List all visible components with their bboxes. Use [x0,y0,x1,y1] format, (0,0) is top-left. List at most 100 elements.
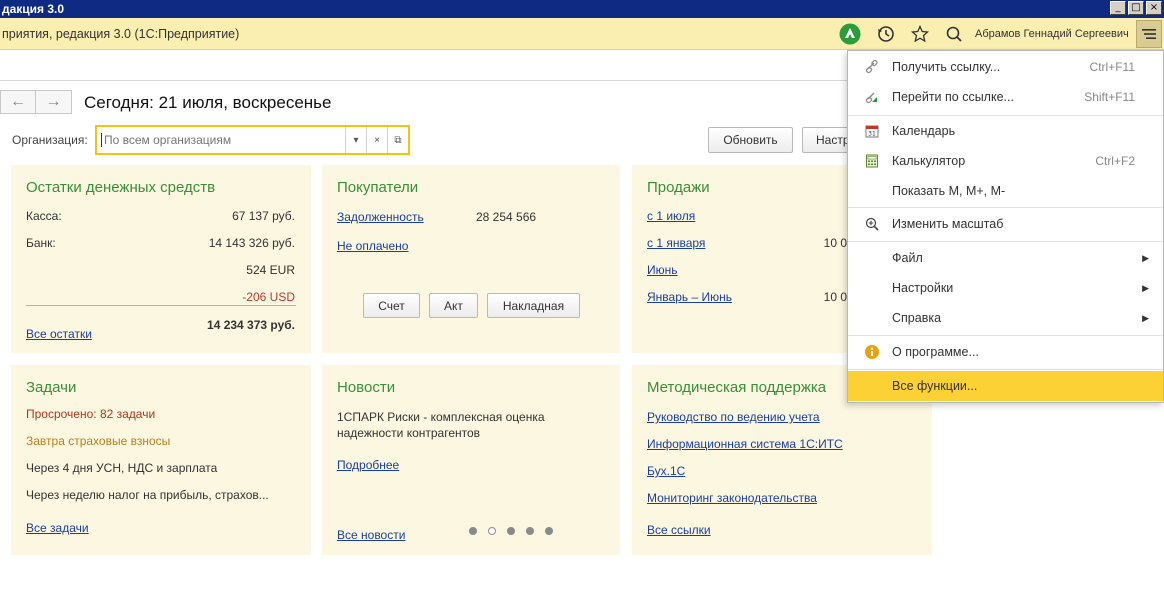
app-header: приятия, редакция 3.0 (1С:Предприятие) А… [0,18,1164,50]
menu-item-settings[interactable]: Настройки ▶ [848,273,1163,303]
menu-item-file[interactable]: Файл ▶ [848,243,1163,273]
debt-value: 28 254 566 [476,210,537,224]
menu-item-label: Получить ссылку... [892,60,1001,74]
close-button[interactable]: × [1146,1,1162,15]
refresh-button[interactable]: Обновить [708,127,793,153]
sales-january-link[interactable]: с 1 января [647,236,705,250]
page-title: Сегодня: 21 июля, воскресенье [84,93,332,112]
all-balances-link[interactable]: Все остатки [26,327,92,341]
organization-field: ▾ × ⧉ [95,125,410,155]
debt-link[interactable]: Задолженность [337,210,424,224]
invoice-button[interactable]: Счет [363,293,420,318]
sales-june-link[interactable]: Июнь [647,263,678,277]
goto-link-icon [864,89,880,105]
waybill-button[interactable]: Накладная [487,293,580,318]
sales-panel-title: Продажи [647,179,710,196]
info-icon [864,344,880,360]
support-panel-title: Методическая поддержка [647,379,827,396]
tomorrow-task[interactable]: Завтра страховые взносы [26,434,170,448]
maximize-button[interactable]: □ [1128,1,1144,15]
news-text-line2: надежности контрагентов [337,426,481,440]
support-link-its[interactable]: Информационная система 1С:ИТС [647,437,843,451]
history-icon[interactable] [875,23,897,45]
menu-item-help[interactable]: Справка ▶ [848,303,1163,333]
link-icon [864,59,880,75]
submenu-arrow-icon: ▶ [1142,282,1149,293]
menu-separator [848,241,1163,242]
act-button[interactable]: Акт [429,293,478,318]
window-controls: _ □ × [1110,1,1162,15]
menu-item-show-memory[interactable]: Показать M, M+, M- [848,176,1163,206]
menu-item-label: Изменить масштаб [892,217,1004,231]
total-divider [26,305,296,306]
cash-panel: Остатки денежных средств Касса: 67 137 р… [11,165,311,353]
news-panel-title: Новости [337,379,396,396]
carousel-dot[interactable] [545,527,553,535]
support-link-buh[interactable]: Бух.1С [647,464,685,478]
notification-icon[interactable] [839,23,861,45]
carousel-dot[interactable] [469,527,477,535]
sales-jan-jun-link[interactable]: Январь – Июнь [647,290,732,304]
app-title: приятия, редакция 3.0 (1С:Предприятие) [2,27,240,41]
calendar-icon: 31 [864,123,880,139]
all-links-link[interactable]: Все ссылки [647,523,711,537]
menu-item-goto-link[interactable]: Перейти по ссылке... Shift+F11 [848,82,1163,112]
menu-item-get-link[interactable]: Получить ссылку... Ctrl+F11 [848,52,1163,82]
search-icon[interactable] [943,23,965,45]
kassa-value: 67 137 руб. [232,209,295,223]
menu-item-zoom[interactable]: Изменить масштаб [848,209,1163,239]
menu-item-calculator[interactable]: Калькулятор Ctrl+F2 [848,146,1163,176]
carousel-dot-active[interactable] [488,527,496,535]
svg-text:31: 31 [868,131,876,138]
forward-button[interactable]: → [36,90,72,114]
zoom-icon [864,216,880,232]
menu-item-label: Справка [892,311,942,325]
main-menu-dropdown: Получить ссылку... Ctrl+F11 Перейти по с… [847,50,1164,403]
menu-item-calendar[interactable]: 31 Календарь [848,116,1163,146]
sales-jan-jun-value: 10 0 [823,290,847,304]
buyers-panel: Покупатели Задолженность 28 254 566 Не о… [322,165,620,353]
window-title: дакция 3.0 [2,2,65,16]
calculator-icon [864,153,880,169]
menu-item-label: Показать M, M+, M- [892,184,1006,198]
menu-item-label: Файл [892,251,923,265]
news-text-line1: 1СПАРК Риски - комплексная оценка [337,410,545,424]
news-panel: Новости 1СПАРК Риски - комплексная оценк… [322,365,620,555]
submenu-arrow-icon: ▶ [1142,312,1149,323]
minimize-button[interactable]: _ [1110,1,1126,15]
back-button[interactable]: ← [0,90,36,114]
favorites-icon[interactable] [909,23,931,45]
organization-label: Организация: [12,133,88,147]
sales-july-link[interactable]: с 1 июля [647,209,695,223]
all-news-link[interactable]: Все новости [337,528,405,542]
menu-separator [848,335,1163,336]
user-name[interactable]: Абрамов Геннадий Сергеевич [975,28,1129,40]
sales-panel: Продажи с 1 июля с 1 января 10 0 Июнь Ян… [632,165,847,353]
carousel-dot[interactable] [526,527,534,535]
dropdown-arrow-icon[interactable]: ▾ [345,127,366,153]
clear-icon[interactable]: × [366,127,387,153]
menu-item-all-functions[interactable]: Все функции... [848,371,1163,401]
eur-value: 524 EUR [246,263,295,277]
menu-item-label: Настройки [892,281,954,295]
unpaid-link[interactable]: Не оплачено [337,239,408,253]
open-icon[interactable]: ⧉ [387,127,408,153]
in-week-task[interactable]: Через неделю налог на прибыль, страхов..… [26,488,269,502]
all-tasks-link[interactable]: Все задачи [26,521,89,535]
support-link-monitoring[interactable]: Мониторинг законодательства [647,491,817,505]
carousel-dot[interactable] [507,527,515,535]
menu-item-label: Калькулятор [892,154,966,168]
support-link-guide[interactable]: Руководство по ведению учета [647,410,820,424]
organization-input[interactable] [101,133,345,147]
main-menu-button[interactable] [1136,20,1162,48]
total-value: 14 234 373 руб. [207,318,295,332]
in-4-days-task[interactable]: Через 4 дня УСН, НДС и зарплата [26,461,217,475]
tasks-panel: Задачи Просрочено: 82 задачи Завтра стра… [11,365,311,555]
nav-buttons: ← → [0,90,72,114]
news-more-link[interactable]: Подробнее [337,458,399,472]
menu-item-shortcut: Ctrl+F11 [1089,60,1135,74]
overdue-tasks[interactable]: Просрочено: 82 задачи [26,407,155,421]
news-carousel-dots [469,527,553,535]
window-titlebar: дакция 3.0 _ □ × [0,0,1164,18]
menu-item-about[interactable]: О программе... [848,337,1163,367]
